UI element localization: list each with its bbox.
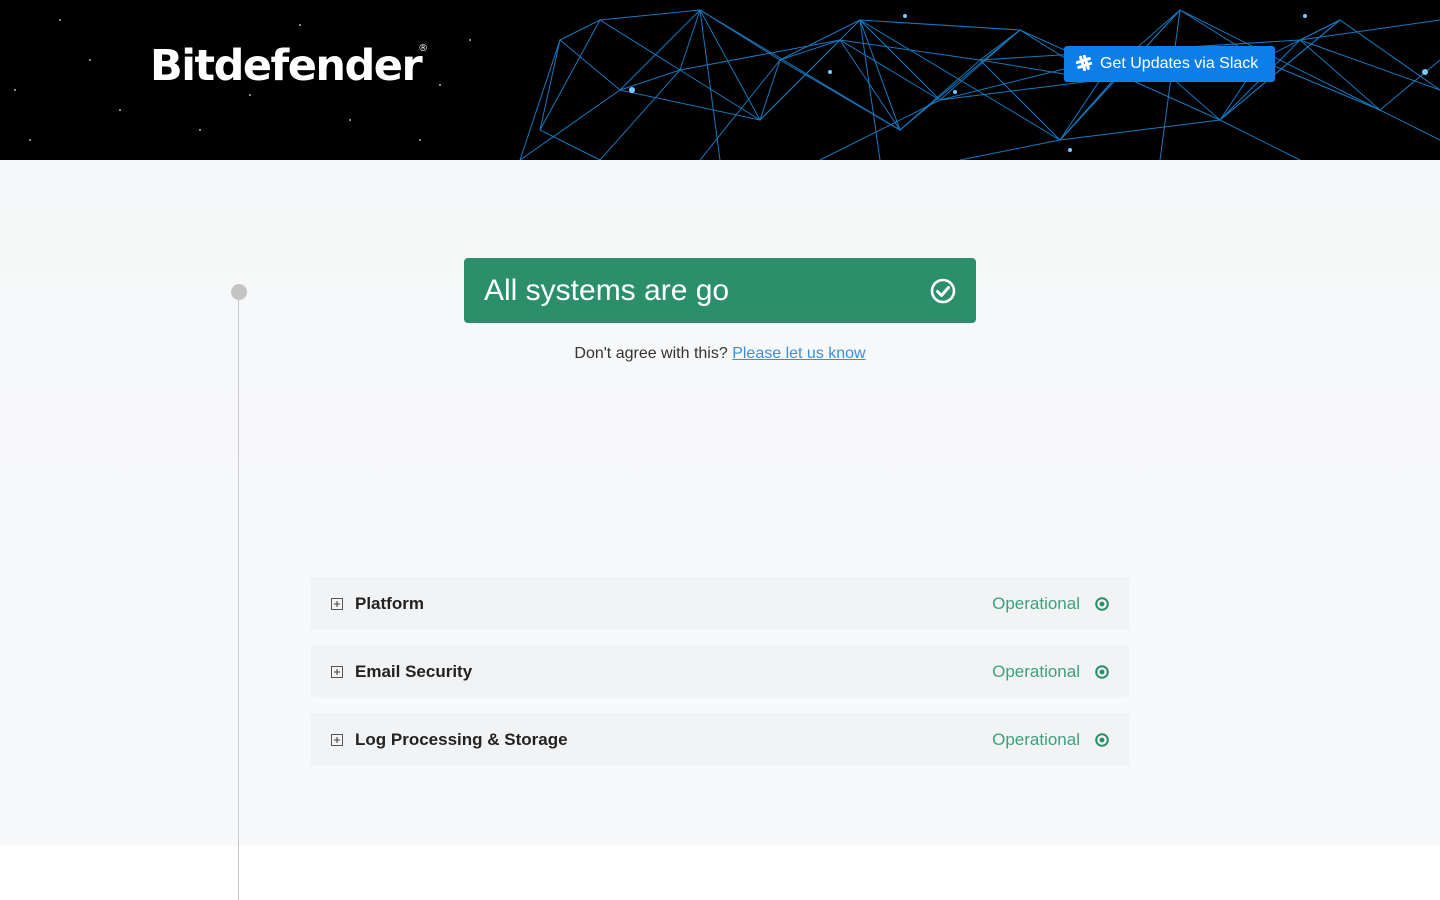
feedback-line: Don't agree with this? Please let us kno…: [0, 345, 1440, 363]
expand-plus-icon[interactable]: [331, 597, 343, 610]
component-status-text: Operational: [992, 593, 1080, 613]
logo-registered-mark: ®: [418, 43, 429, 54]
operational-status-icon: [1095, 732, 1109, 747]
header-banner: Bitdefender ® Get Updates via Slack: [0, 0, 1440, 160]
expand-plus-icon[interactable]: [331, 733, 343, 746]
logo-text: Bitdefender: [150, 41, 423, 91]
slack-button-label: Get Updates via Slack: [1100, 55, 1259, 72]
component-name: Email Security: [355, 661, 473, 681]
component-row-email-security[interactable]: Email Security Operational: [311, 645, 1129, 698]
expand-plus-icon[interactable]: [331, 665, 343, 678]
feedback-link[interactable]: Please let us know: [732, 345, 865, 362]
slack-updates-button[interactable]: Get Updates via Slack: [1064, 46, 1275, 82]
operational-status-icon: [1095, 664, 1109, 679]
operational-status-icon: [1095, 596, 1109, 611]
timeline-line: [238, 292, 239, 900]
component-name: Log Processing & Storage: [355, 729, 568, 749]
bitdefender-logo[interactable]: Bitdefender ®: [150, 38, 428, 94]
check-circle-icon: [930, 278, 956, 304]
component-name: Platform: [355, 593, 424, 613]
component-row-log-processing-storage[interactable]: Log Processing & Storage Operational: [311, 713, 1129, 766]
overall-status-message: All systems are go: [484, 273, 730, 307]
slack-icon: [1076, 55, 1094, 73]
components-list: Platform Operational Email Security Oper…: [311, 577, 1129, 781]
timeline-dot: [231, 284, 247, 300]
component-row-platform[interactable]: Platform Operational: [311, 577, 1129, 630]
component-status-text: Operational: [992, 661, 1080, 681]
overall-status-banner: All systems are go: [464, 258, 976, 323]
feedback-prompt: Don't agree with this?: [574, 345, 728, 362]
component-status-text: Operational: [992, 729, 1080, 749]
